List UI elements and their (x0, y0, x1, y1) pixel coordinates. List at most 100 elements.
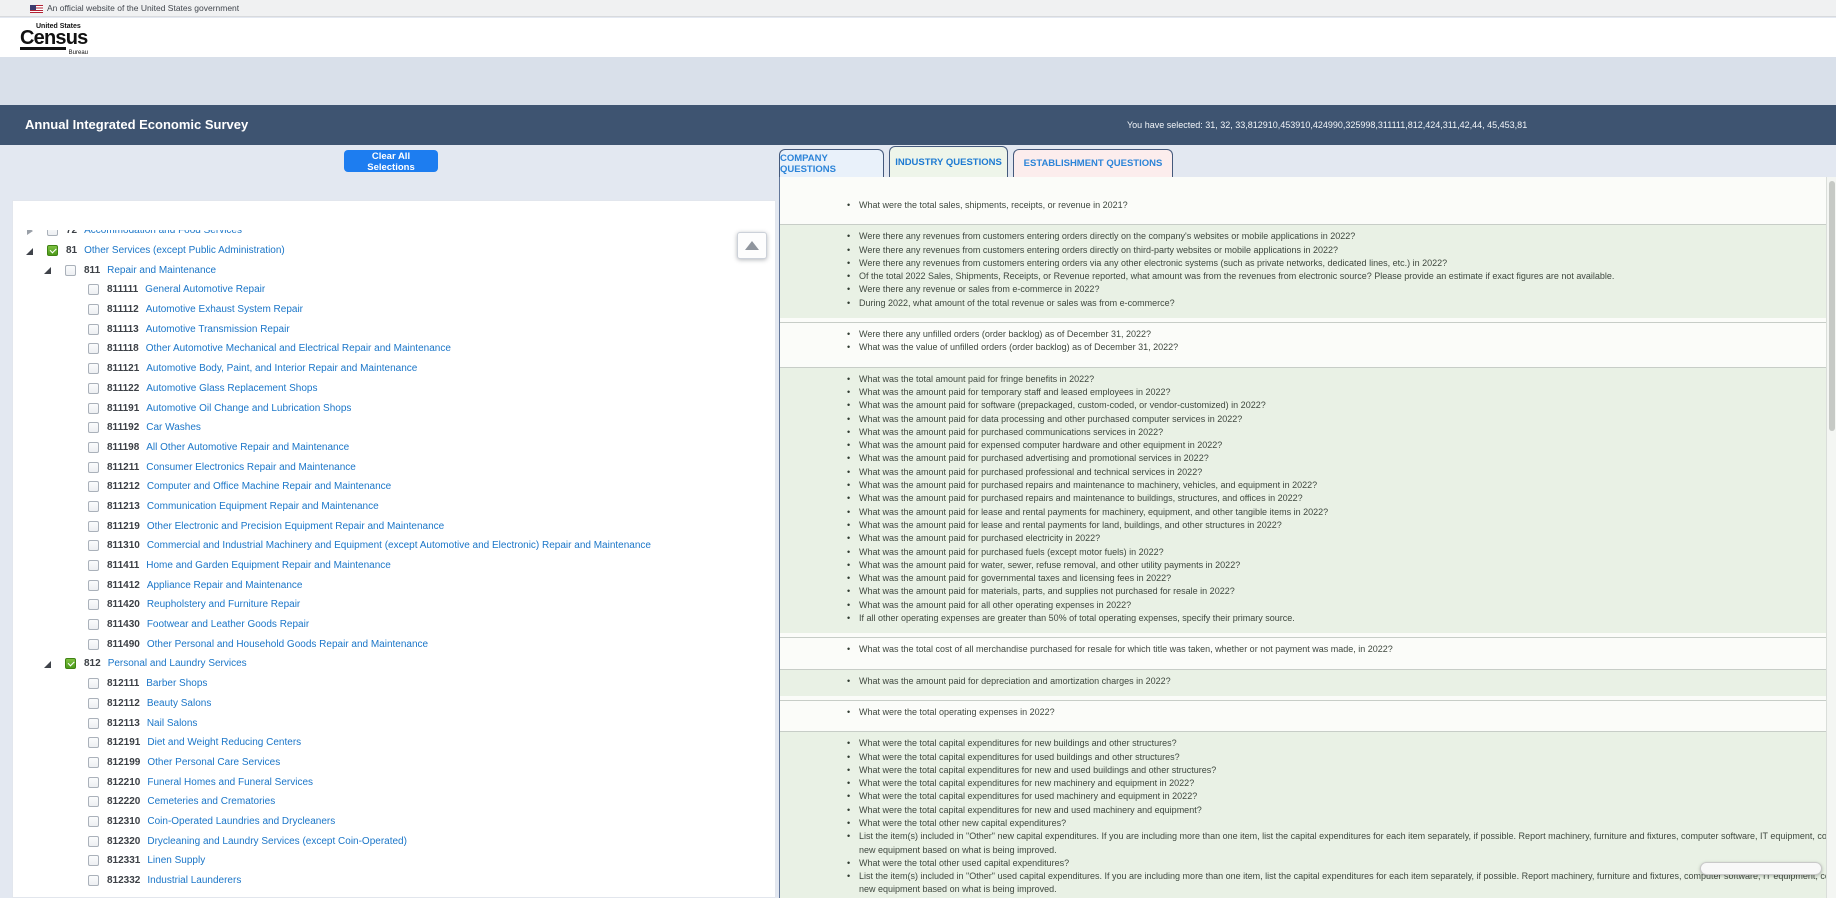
tree-checkbox-81[interactable] (47, 245, 58, 256)
tree-label-link[interactable]: Reupholstery and Furniture Repair (147, 599, 300, 610)
tree-label-link[interactable]: Other Services (except Public Administra… (84, 245, 285, 256)
tree-item-811310[interactable]: 811310Commercial and Industrial Machiner… (13, 536, 775, 556)
tree-checkbox-811213[interactable] (88, 501, 99, 512)
tree-item-811192[interactable]: 811192Car Washes (13, 418, 775, 438)
tree-label-link[interactable]: Computer and Office Machine Repair and M… (147, 481, 391, 492)
tree-label-link[interactable]: Diet and Weight Reducing Centers (147, 737, 301, 748)
tree-item-811111[interactable]: 811111General Automotive Repair (13, 280, 775, 300)
tree-checkbox-812191[interactable] (88, 737, 99, 748)
tree-item-811118[interactable]: 811118Other Automotive Mechanical and El… (13, 339, 775, 359)
tree-checkbox-811[interactable] (65, 265, 76, 276)
tree-item-811112[interactable]: 811112Automotive Exhaust System Repair (13, 300, 775, 320)
tree-item-72[interactable]: 72Accommodation and Food Services (13, 230, 775, 241)
tree-item-811[interactable]: 811Repair and Maintenance (13, 260, 775, 280)
tree-checkbox-811198[interactable] (88, 442, 99, 453)
tree-viewport[interactable]: 72Accommodation and Food Services81Other… (13, 230, 775, 897)
tree-item-812320[interactable]: 812320Drycleaning and Laundry Services (… (13, 831, 775, 851)
tree-label-link[interactable]: Personal and Laundry Services (108, 658, 247, 669)
tree-label-link[interactable]: Nail Salons (147, 718, 198, 729)
tree-label-link[interactable]: Drycleaning and Laundry Services (except… (147, 836, 407, 847)
tree-label-link[interactable]: All Other Automotive Repair and Maintena… (146, 442, 349, 453)
tree-label-link[interactable]: Other Personal and Household Goods Repai… (147, 639, 428, 650)
tree-checkbox-72[interactable] (47, 230, 58, 236)
tree-item-812310[interactable]: 812310Coin-Operated Laundries and Drycle… (13, 812, 775, 832)
tree-checkbox-812320[interactable] (88, 836, 99, 847)
tree-checkbox-812[interactable] (65, 658, 76, 669)
tree-item-811412[interactable]: 811412Appliance Repair and Maintenance (13, 575, 775, 595)
tree-label-link[interactable]: Industrial Launderers (147, 875, 241, 886)
tree-label-link[interactable]: General Automotive Repair (145, 284, 265, 295)
tree-label-link[interactable]: Barber Shops (146, 678, 207, 689)
tree-checkbox-812112[interactable] (88, 698, 99, 709)
tree-label-link[interactable]: Cemeteries and Crematories (147, 796, 275, 807)
tree-label-link[interactable]: Automotive Transmission Repair (146, 324, 290, 335)
tree-checkbox-812310[interactable] (88, 816, 99, 827)
horizontal-scrollbar-thumb[interactable] (1700, 862, 1822, 875)
tree-label-link[interactable]: Home and Garden Equipment Repair and Mai… (146, 560, 391, 571)
tree-item-812[interactable]: 812Personal and Laundry Services (13, 654, 775, 674)
tree-checkbox-811111[interactable] (88, 284, 99, 295)
tree-checkbox-811191[interactable] (88, 403, 99, 414)
questions-list[interactable]: What were the total sales, shipments, re… (779, 177, 1826, 898)
tab-company-questions[interactable]: COMPANY QUESTIONS (779, 149, 884, 177)
tree-label-link[interactable]: Footwear and Leather Goods Repair (147, 619, 309, 630)
tree-checkbox-811490[interactable] (88, 639, 99, 650)
tree-item-811212[interactable]: 811212Computer and Office Machine Repair… (13, 477, 775, 497)
tree-checkbox-811211[interactable] (88, 462, 99, 473)
tree-label-link[interactable]: Consumer Electronics Repair and Maintena… (146, 462, 356, 473)
tree-label-link[interactable]: Beauty Salons (147, 698, 212, 709)
tree-checkbox-811412[interactable] (88, 580, 99, 591)
tree-item-811411[interactable]: 811411Home and Garden Equipment Repair a… (13, 556, 775, 576)
tree-label-link[interactable]: Automotive Glass Replacement Shops (146, 383, 317, 394)
tree-item-811430[interactable]: 811430Footwear and Leather Goods Repair (13, 615, 775, 635)
collapse-icon[interactable] (25, 246, 35, 256)
clear-all-selections-button[interactable]: Clear All Selections (344, 150, 438, 172)
census-logo[interactable]: United States Census Bureau (20, 23, 90, 50)
tree-checkbox-811113[interactable] (88, 324, 99, 335)
tree-checkbox-812113[interactable] (88, 718, 99, 729)
tree-checkbox-811192[interactable] (88, 422, 99, 433)
tab-industry-questions[interactable]: INDUSTRY QUESTIONS (889, 146, 1008, 177)
tree-item-811121[interactable]: 811121Automotive Body, Paint, and Interi… (13, 359, 775, 379)
tree-label-link[interactable]: Car Washes (146, 422, 201, 433)
expand-icon[interactable] (25, 230, 35, 236)
tree-item-812332[interactable]: 812332Industrial Launderers (13, 871, 775, 891)
tree-checkbox-812210[interactable] (88, 777, 99, 788)
tree-label-link[interactable]: Accommodation and Food Services (84, 230, 242, 236)
tree-checkbox-812220[interactable] (88, 796, 99, 807)
tree-item-811490[interactable]: 811490Other Personal and Household Goods… (13, 634, 775, 654)
tab-establishment-questions[interactable]: ESTABLISHMENT QUESTIONS (1013, 149, 1173, 177)
tree-item-811198[interactable]: 811198All Other Automotive Repair and Ma… (13, 438, 775, 458)
tree-item-812210[interactable]: 812210Funeral Homes and Funeral Services (13, 772, 775, 792)
tree-checkbox-811112[interactable] (88, 304, 99, 315)
tree-checkbox-812199[interactable] (88, 757, 99, 768)
tree-item-811420[interactable]: 811420Reupholstery and Furniture Repair (13, 595, 775, 615)
tree-checkbox-811212[interactable] (88, 481, 99, 492)
tree-item-812113[interactable]: 812113Nail Salons (13, 713, 775, 733)
tree-checkbox-811310[interactable] (88, 540, 99, 551)
tree-item-811211[interactable]: 811211Consumer Electronics Repair and Ma… (13, 457, 775, 477)
tree-item-812111[interactable]: 812111Barber Shops (13, 674, 775, 694)
tree-label-link[interactable]: Automotive Oil Change and Lubrication Sh… (146, 403, 351, 414)
tree-item-812220[interactable]: 812220Cemeteries and Crematories (13, 792, 775, 812)
tree-checkbox-811122[interactable] (88, 383, 99, 394)
tree-checkbox-811219[interactable] (88, 521, 99, 532)
tree-label-link[interactable]: Funeral Homes and Funeral Services (147, 777, 313, 788)
tree-item-812331[interactable]: 812331Linen Supply (13, 851, 775, 871)
tree-label-link[interactable]: Automotive Body, Paint, and Interior Rep… (146, 363, 417, 374)
tree-item-811213[interactable]: 811213Communication Equipment Repair and… (13, 497, 775, 517)
tree-label-link[interactable]: Automotive Exhaust System Repair (146, 304, 303, 315)
vertical-scrollbar[interactable] (1826, 177, 1836, 898)
tree-item-812112[interactable]: 812112Beauty Salons (13, 694, 775, 714)
tree-label-link[interactable]: Other Electronic and Precision Equipment… (147, 521, 444, 532)
tree-checkbox-812111[interactable] (88, 678, 99, 689)
tree-item-812199[interactable]: 812199Other Personal Care Services (13, 753, 775, 773)
tree-label-link[interactable]: Appliance Repair and Maintenance (147, 580, 303, 591)
tree-checkbox-811121[interactable] (88, 363, 99, 374)
scroll-to-top-button[interactable] (737, 232, 767, 259)
tree-item-811113[interactable]: 811113Automotive Transmission Repair (13, 319, 775, 339)
collapse-icon[interactable] (43, 659, 53, 669)
tree-item-811122[interactable]: 811122Automotive Glass Replacement Shops (13, 379, 775, 399)
vertical-scrollbar-thumb[interactable] (1829, 181, 1835, 431)
tree-label-link[interactable]: Other Personal Care Services (147, 757, 280, 768)
